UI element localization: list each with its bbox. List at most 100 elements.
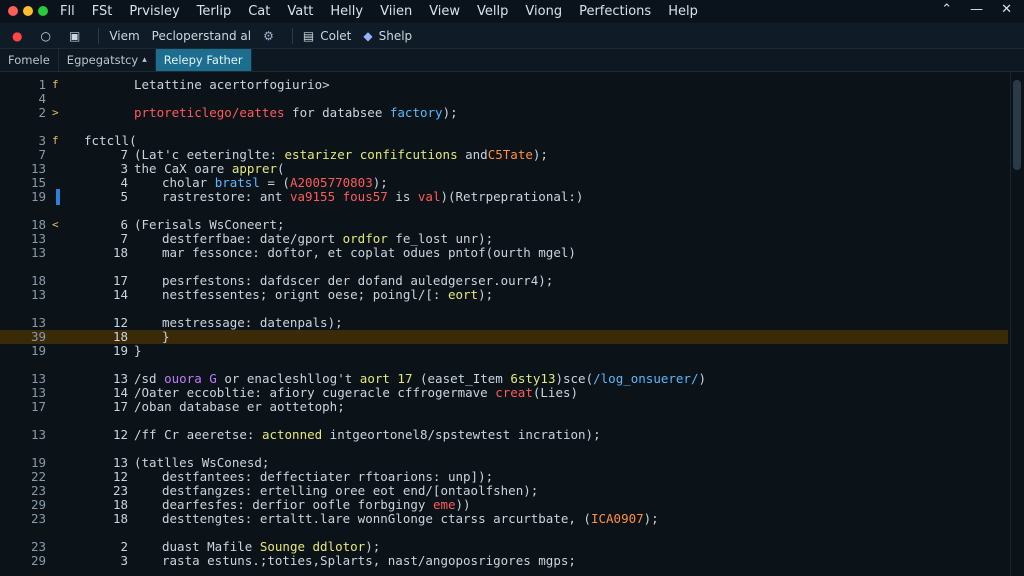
toolbar-button[interactable]: ○ (40, 29, 56, 43)
code-line[interactable] (0, 260, 1008, 274)
code-token: mestressage: datenpals); (162, 315, 343, 330)
line-number: 22 (30, 469, 46, 484)
code-token: ouora G (164, 371, 217, 386)
code-line[interactable]: 13 12/ff Cr aeeretse: actonned intgeorton… (0, 428, 1008, 442)
line-number: 3 (38, 133, 46, 148)
code-line[interactable] (0, 568, 1008, 576)
code-line[interactable]: 23 2 duast Mafile Sounge ddlotor); (0, 540, 1008, 554)
code-line[interactable]: 39 18} (0, 330, 1008, 344)
menu-item[interactable]: View (429, 4, 460, 19)
tab[interactable]: Relepy Father (155, 49, 252, 71)
code-line[interactable] (0, 358, 1008, 372)
code-line[interactable]: 13 18 mar fessonce: doftor, et coplat odue… (0, 246, 1008, 260)
maximize-dot-icon[interactable] (38, 6, 48, 16)
minimize-dot-icon[interactable] (23, 6, 33, 16)
code-line[interactable]: 7 7 (Lat'c eeteringlte: estarizer confifcu… (0, 148, 1008, 162)
menu-item[interactable]: Fll (60, 4, 75, 19)
code-line[interactable] (0, 414, 1008, 428)
menu-item[interactable]: FSt (92, 4, 113, 19)
menu-item[interactable]: Terlip (197, 4, 232, 19)
vertical-scrollbar[interactable] (1010, 72, 1024, 576)
menu-item[interactable]: Helly (330, 4, 363, 19)
inner-line-number: 7 (120, 147, 128, 162)
code-token: or enacleshllog't (216, 371, 360, 386)
code-line[interactable]: 19 13 (tatlles WsConesd; (0, 456, 1008, 470)
code-line[interactable]: 13 14/Oater eccobltie: afiory cugeracle c… (0, 386, 1008, 400)
menu-item[interactable]: Help (668, 4, 698, 19)
code-line[interactable]: 15 4 cholar bratsl = (A2005770803); (0, 176, 1008, 190)
tab[interactable]: Egpegatstcy ▴ (59, 49, 156, 71)
close-dot-icon[interactable] (8, 6, 18, 16)
code-line[interactable]: 13 12 mestressage: datenpals); (0, 316, 1008, 330)
code-editor[interactable]: 1 f Letattine acertorfogiurio> 4 2 > prtoretic… (0, 72, 1024, 576)
toolbar-button[interactable]: ▤ Colet (303, 29, 352, 43)
code-line[interactable]: 19 19} (0, 344, 1008, 358)
tab[interactable]: Fomele (0, 49, 59, 71)
code-line[interactable]: 18 17 pesrfestons: dafdscer der dofand aul… (0, 274, 1008, 288)
close-icon[interactable]: ✕ (1001, 2, 1012, 17)
line-number: 23 (30, 483, 46, 498)
scrollbar-thumb[interactable] (1013, 80, 1021, 170)
toolbar-button[interactable]: Viem (109, 29, 139, 43)
code-token: aort 17 (359, 371, 413, 386)
toolbar-button[interactable]: ◆ Shelp (363, 29, 412, 43)
toolbar-icon: ◆ (363, 28, 373, 43)
line-number: 19 (30, 189, 46, 204)
code-token: ); (365, 539, 381, 554)
code-line[interactable]: 29 18 dearfesfes: derfior oofle forbgingy … (0, 498, 1008, 512)
toolbar-button[interactable]: ⚙ (263, 29, 280, 43)
code-line[interactable] (0, 526, 1008, 540)
fold-marker-icon[interactable]: f (52, 134, 64, 148)
inner-line-number: 18 (112, 497, 128, 512)
toolbar-button[interactable]: Pecloperstand al (152, 29, 251, 43)
code-line[interactable]: 13 7 destferfbae: date/gport ordfor fe_los… (0, 232, 1008, 246)
collapse-icon[interactable]: ⌃ (941, 2, 952, 17)
code-line[interactable]: 13 13/sd ouora G or enacleshllog't aort 1… (0, 372, 1008, 386)
line-number: 29 (30, 553, 46, 568)
code-text: cholar bratsl = (A2005770803); (162, 176, 388, 190)
fold-marker-icon[interactable]: < (52, 218, 64, 232)
code-line[interactable] (0, 120, 1008, 134)
tab-close-icon[interactable]: ▴ (142, 55, 147, 65)
code-line[interactable] (0, 442, 1008, 456)
line-number: 1 (38, 77, 46, 92)
code-line[interactable]: 2 > prtoreticlego/eattes for databsee fact… (0, 106, 1008, 120)
code-line[interactable]: 23 23 destfangzes: ertelling oree eot end/… (0, 484, 1008, 498)
code-line[interactable]: 23 18 desttengtes: ertaltt.lare wonnGlonge… (0, 512, 1008, 526)
fold-marker-icon[interactable]: > (52, 106, 64, 120)
code-line[interactable]: 13 3 the CaX oare apprer( (0, 162, 1008, 176)
menu-item[interactable]: Viien (380, 4, 412, 19)
code-line[interactable]: 22 12 destfantees: deffectiater rftoarions… (0, 470, 1008, 484)
code-line[interactable]: 18 <6 (Ferisals WsConeert; (0, 218, 1008, 232)
code-line[interactable]: 19 5 rastrestore: ant va9155 fous57 is val… (0, 190, 1008, 204)
toolbar-button[interactable]: ● (12, 29, 28, 43)
code-line[interactable] (0, 302, 1008, 316)
inner-line-number: 13 (112, 455, 128, 470)
code-line[interactable]: 3 f fctcll( (0, 134, 1008, 148)
code-line[interactable]: 29 3 rasta estuns.;toties,Splarts, nast/an… (0, 554, 1008, 568)
code-line[interactable]: 1 f Letattine acertorfogiurio> (0, 78, 1008, 92)
menu-item[interactable]: Vatt (287, 4, 313, 19)
code-line[interactable] (0, 204, 1008, 218)
menu-item[interactable]: Perfections (579, 4, 651, 19)
code-line[interactable]: 4 (0, 92, 1008, 106)
code-token: is (387, 189, 418, 204)
inner-line-number: 23 (112, 483, 128, 498)
menu-item[interactable]: Viong (525, 4, 562, 19)
menu-item[interactable]: Cat (248, 4, 270, 19)
minimize-icon[interactable]: — (970, 2, 983, 17)
toolbar-button[interactable]: ▣ (69, 29, 86, 43)
fold-marker-icon[interactable]: f (52, 78, 64, 92)
code-token: intgeortonel8/spstewtest incration); (322, 427, 601, 442)
code-token: cholar (162, 175, 215, 190)
code-text: destfantees: deffectiater rftoarions: un… (162, 470, 493, 484)
code-line[interactable]: 17 17/oban database er aottetoph; (0, 400, 1008, 414)
inner-line-number: 18 (112, 511, 128, 526)
code-line[interactable]: 13 14 nestfessentes; orignt oese; poingl/[… (0, 288, 1008, 302)
code-token: destfangzes: ertelling oree eot end/[ont… (162, 483, 539, 498)
menu-item[interactable]: Prvisley (129, 4, 179, 19)
menu-item[interactable]: Vellp (477, 4, 508, 19)
code-text: } (162, 330, 170, 344)
inner-line-number: 6 (120, 217, 128, 232)
code-text: Letattine acertorfogiurio> (134, 78, 330, 92)
